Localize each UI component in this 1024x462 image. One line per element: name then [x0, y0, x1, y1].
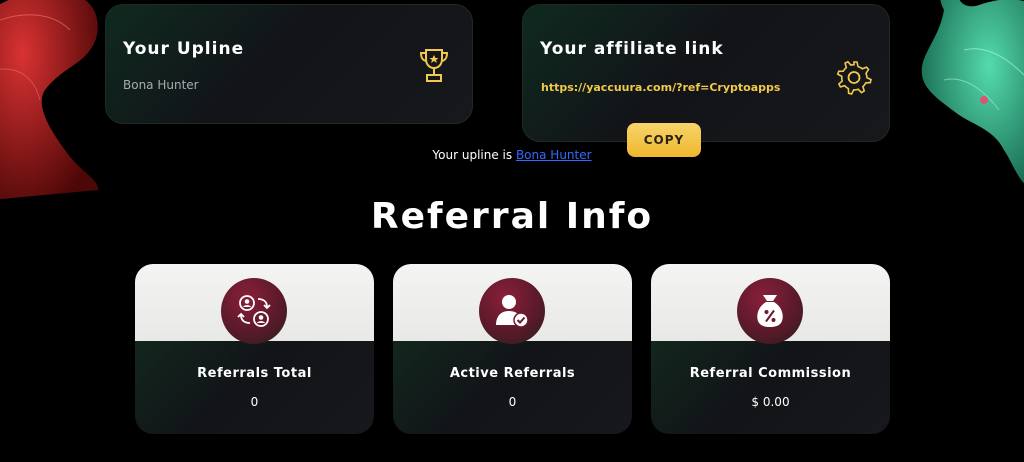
gear-icon	[836, 60, 872, 95]
referral-swap-icon	[237, 295, 271, 327]
affiliate-card: Your affiliate link https://yaccuura.com…	[522, 4, 890, 142]
upline-link[interactable]: Bona Hunter	[516, 148, 592, 162]
money-bag-percent-icon-badge	[737, 278, 803, 344]
affiliate-link[interactable]: https://yaccuura.com/?ref=Cryptoapps	[541, 81, 780, 94]
user-check-icon-badge	[479, 278, 545, 344]
section-title: Referral Info	[370, 196, 654, 237]
bear-illustration	[0, 0, 99, 200]
stat-value: 0	[250, 395, 259, 409]
bull-illustration	[921, 0, 1024, 184]
upline-card: Your Upline Bona Hunter	[105, 4, 473, 124]
stat-label: Active Referrals	[449, 366, 576, 381]
affiliate-card-title: Your affiliate link	[540, 39, 724, 59]
trophy-icon	[419, 49, 449, 82]
stat-label: Referrals Total	[197, 366, 312, 381]
active-referrals-card: Active Referrals 0	[393, 264, 632, 434]
money-bag-percent-icon	[757, 295, 783, 327]
user-check-icon	[496, 295, 529, 328]
referral-commission-card: Referral Commission $ 0.00	[651, 264, 890, 434]
upline-card-title: Your Upline	[123, 39, 245, 59]
referrals-total-card: Referrals Total 0	[135, 264, 374, 434]
stat-value: 0	[508, 395, 517, 409]
stat-value: $ 0.00	[751, 395, 790, 409]
upline-info-line: Your upline is Bona Hunter	[0, 148, 1024, 162]
upline-name: Bona Hunter	[123, 78, 199, 92]
referral-swap-icon-badge	[221, 278, 287, 344]
stat-label: Referral Commission	[689, 366, 852, 381]
upline-info-prefix: Your upline is	[432, 148, 516, 162]
